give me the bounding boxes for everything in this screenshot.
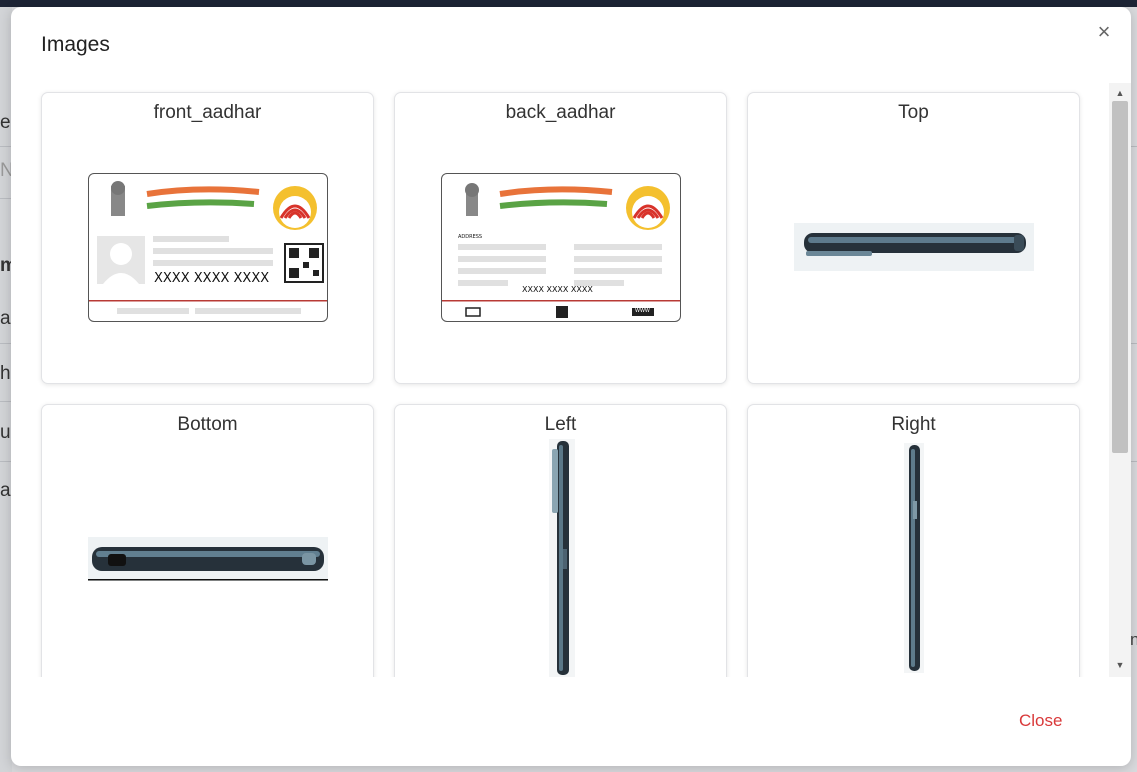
aadhaar-back-art (442, 183, 680, 318)
close-button[interactable]: Close (1019, 711, 1062, 731)
modal-title: Images (41, 33, 110, 56)
card-label: front_aadhar (153, 102, 262, 123)
front-aadhar-image[interactable]: XXXX XXXX XXXX (88, 173, 328, 322)
close-icon[interactable]: × (1094, 21, 1114, 43)
phone-bottom-image[interactable] (88, 537, 328, 581)
background-divider (1131, 343, 1137, 344)
card-label: Bottom (177, 414, 238, 435)
image-card-bottom: Bottom (41, 404, 374, 677)
aadhaar-number: XXXX XXXX XXXX (154, 271, 270, 286)
aadhaar-number: XXXX XXXX XXXX (522, 285, 593, 294)
www-label: WWW (635, 308, 650, 314)
address-label: ADDRESS (458, 234, 483, 240)
image-card-right: Right (747, 404, 1080, 677)
scroll-down-arrow-icon[interactable]: ▼ (1114, 659, 1126, 671)
image-card-back-aadhar: back_aadhar ADDRESS XXXX XXXX XXXX WWW (394, 92, 727, 384)
image-card-left: Left (394, 404, 727, 677)
scroll-up-arrow-icon[interactable]: ▲ (1114, 87, 1126, 99)
card-label: Left (544, 414, 577, 435)
background-topbar (0, 0, 1137, 7)
phone-top-image[interactable] (794, 223, 1034, 271)
aadhaar-front-art (89, 181, 327, 314)
scrollbar-thumb[interactable] (1112, 101, 1128, 453)
card-label: Right (891, 414, 936, 435)
phone-left-image[interactable] (549, 439, 575, 677)
modal-scrollbar[interactable]: ▲ ▼ (1109, 83, 1131, 677)
card-label: back_aadhar (505, 102, 616, 123)
modal-body: front_aadhar XXXX XXXX XXXX back_aadhar … (11, 83, 1131, 677)
background-text-fragment: n (1130, 630, 1137, 649)
background-divider (1131, 146, 1137, 147)
images-modal: Images × front_aadhar XXXX XXXX XXXX bac… (11, 7, 1131, 766)
image-card-front-aadhar: front_aadhar XXXX XXXX XXXX (41, 92, 374, 384)
card-label: Top (898, 102, 929, 123)
phone-right-image[interactable] (904, 443, 924, 673)
image-card-top: Top (747, 92, 1080, 384)
back-aadhar-image[interactable]: ADDRESS XXXX XXXX XXXX WWW (441, 173, 681, 322)
background-divider (1131, 461, 1137, 462)
